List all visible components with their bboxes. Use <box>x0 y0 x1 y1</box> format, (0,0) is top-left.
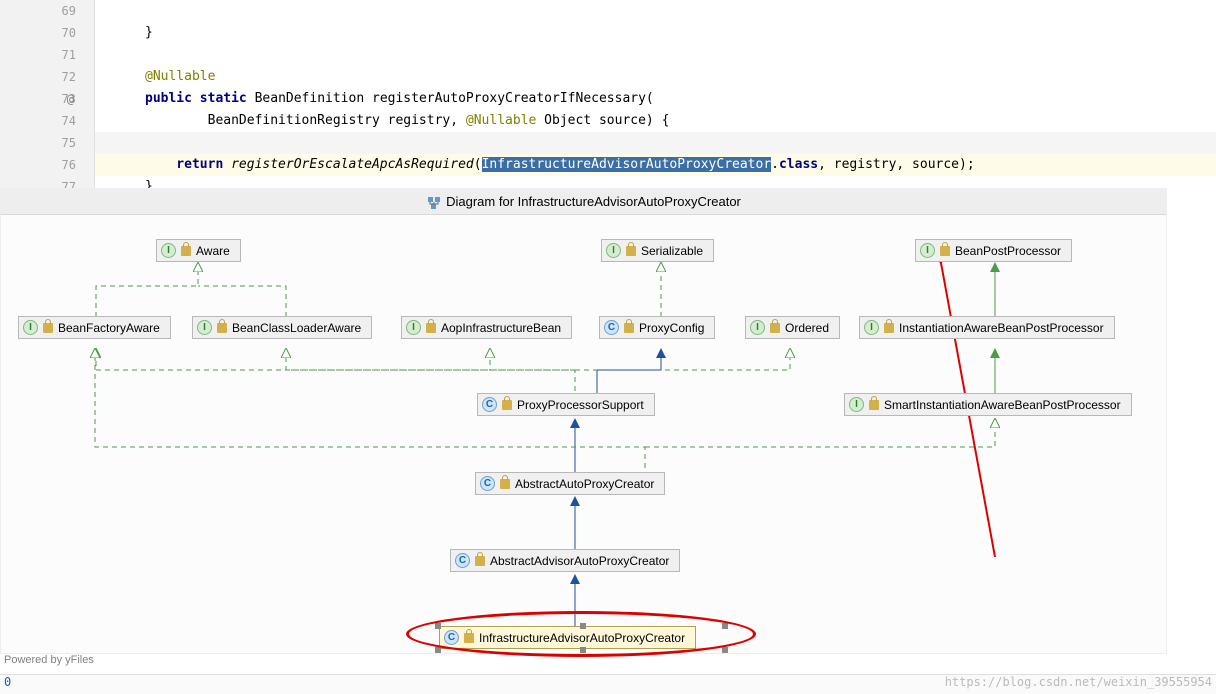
code-line: @Nullable <box>95 66 1216 88</box>
class-icon: C <box>482 397 497 412</box>
diagram-edges <box>1 215 1168 655</box>
diagram-icon <box>426 195 442 211</box>
interface-icon: I <box>606 243 621 258</box>
code-area[interactable]: } @Nullable public static BeanDefinition… <box>95 0 1216 188</box>
annotation-ellipse <box>406 611 756 657</box>
resize-handle[interactable] <box>722 647 728 653</box>
interface-icon: I <box>197 320 212 335</box>
lock-icon <box>502 400 512 410</box>
diagram-panel[interactable]: Diagram for InfrastructureAdvisorAutoPro… <box>0 188 1167 654</box>
line-num: 73@ <box>0 88 76 110</box>
lock-icon <box>500 479 510 489</box>
code-line: return registerOrEscalateApcAsRequired(I… <box>95 154 1216 176</box>
powered-by-label: Powered by yFiles <box>4 654 94 666</box>
node-abstractadvisorautoproxycreator[interactable]: CAbstractAdvisorAutoProxyCreator <box>450 549 680 572</box>
annotation: @Nullable <box>145 69 215 84</box>
line-num: 72 <box>0 66 76 88</box>
line-num: 75 <box>0 132 76 154</box>
node-serializable[interactable]: ISerializable <box>601 239 714 262</box>
diagram-title: Diagram for InfrastructureAdvisorAutoPro… <box>1 189 1166 215</box>
selected-text: InfrastructureAdvisorAutoProxyCreator <box>482 157 772 172</box>
resize-handle[interactable] <box>435 647 441 653</box>
class-icon: C <box>455 553 470 568</box>
node-ordered[interactable]: IOrdered <box>745 316 840 339</box>
line-num: 69 <box>0 0 76 22</box>
node-instantiationawarebpp[interactable]: IInstantiationAwareBeanPostProcessor <box>859 316 1115 339</box>
node-beanfactoryaware[interactable]: IBeanFactoryAware <box>18 316 171 339</box>
node-proxyprocessorsupport[interactable]: CProxyProcessorSupport <box>477 393 655 416</box>
code-line <box>95 132 1216 154</box>
class-icon: C <box>604 320 619 335</box>
status-left: 0 <box>4 675 11 689</box>
override-icon: @ <box>67 88 74 110</box>
lock-icon <box>426 323 436 333</box>
code-editor[interactable]: 69 70 71 72 73@ 74 75 76 77 } @Nullable … <box>0 0 1216 188</box>
class-icon: C <box>480 476 495 491</box>
interface-icon: I <box>849 397 864 412</box>
code-line: } <box>95 22 1216 44</box>
diagram-canvas[interactable]: IAware ISerializable IBeanPostProcessor … <box>1 215 1168 655</box>
code-line <box>95 0 1216 22</box>
lock-icon <box>43 323 53 333</box>
gutter: 69 70 71 72 73@ 74 75 76 77 <box>0 0 95 188</box>
interface-icon: I <box>161 243 176 258</box>
code-line: public static BeanDefinition registerAut… <box>95 88 1216 110</box>
lock-icon <box>884 323 894 333</box>
node-proxyconfig[interactable]: CProxyConfig <box>599 316 715 339</box>
interface-icon: I <box>23 320 38 335</box>
node-aopinfrastructurebean[interactable]: IAopInfrastructureBean <box>401 316 572 339</box>
lock-icon <box>217 323 227 333</box>
line-num: 70 <box>0 22 76 44</box>
interface-icon: I <box>750 320 765 335</box>
node-aware[interactable]: IAware <box>156 239 241 262</box>
node-smartiabpp[interactable]: ISmartInstantiationAwareBeanPostProcesso… <box>844 393 1132 416</box>
lock-icon <box>624 323 634 333</box>
lock-icon <box>770 323 780 333</box>
interface-icon: I <box>920 243 935 258</box>
line-num: 76 <box>0 154 76 176</box>
lock-icon <box>475 556 485 566</box>
node-beanpostprocessor[interactable]: IBeanPostProcessor <box>915 239 1072 262</box>
status-bar: 0 https://blog.csdn.net/weixin_39555954 <box>0 674 1216 694</box>
lock-icon <box>181 246 191 256</box>
line-num: 74 <box>0 110 76 132</box>
node-beanclassloaderaware[interactable]: IBeanClassLoaderAware <box>192 316 372 339</box>
lock-icon <box>940 246 950 256</box>
lock-icon <box>869 400 879 410</box>
lock-icon <box>626 246 636 256</box>
line-num: 71 <box>0 44 76 66</box>
interface-icon: I <box>864 320 879 335</box>
interface-icon: I <box>406 320 421 335</box>
code-line <box>95 44 1216 66</box>
watermark: https://blog.csdn.net/weixin_39555954 <box>945 675 1212 689</box>
code-line: BeanDefinitionRegistry registry, @Nullab… <box>95 110 1216 132</box>
node-abstractautoproxycreator[interactable]: CAbstractAutoProxyCreator <box>475 472 665 495</box>
